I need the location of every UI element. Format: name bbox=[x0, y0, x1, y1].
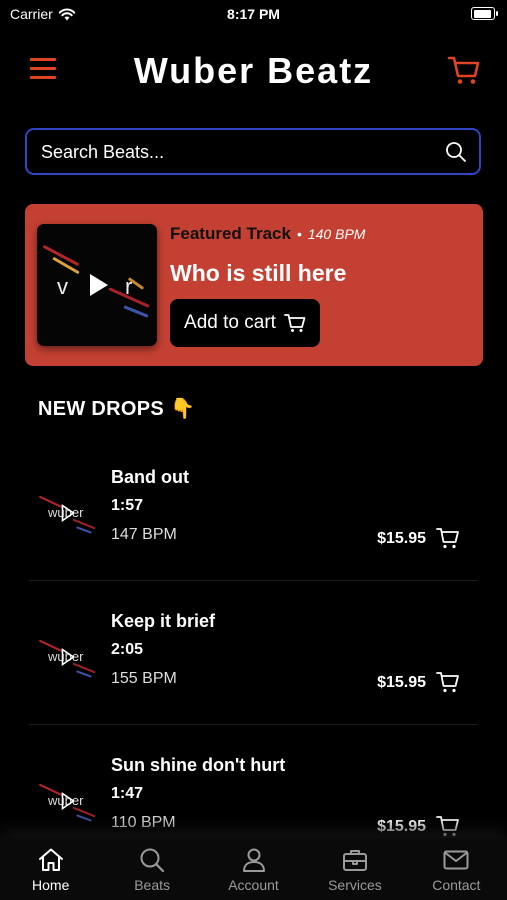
tab-beats[interactable]: Beats bbox=[101, 838, 202, 900]
art-letter: v bbox=[57, 274, 68, 299]
featured-track-card[interactable]: v r Featured Track • 140 BPM Who is stil… bbox=[25, 204, 483, 366]
art-letter: r bbox=[125, 274, 133, 299]
battery-icon bbox=[471, 7, 498, 20]
pointing-down-icon: 👇 bbox=[170, 398, 196, 420]
featured-meta: Featured Track • 140 BPM bbox=[170, 224, 365, 244]
track-list-item[interactable]: wuber Keep it brief 2:05 155 BPM $15.95 bbox=[28, 581, 478, 725]
bottom-tab-bar: Home Beats Account Services Contact bbox=[0, 838, 507, 900]
play-icon[interactable] bbox=[61, 504, 75, 522]
play-icon[interactable] bbox=[90, 274, 108, 296]
featured-artwork[interactable]: v r bbox=[37, 224, 157, 346]
mail-icon bbox=[443, 850, 469, 870]
track-thumbnail[interactable]: wuber bbox=[36, 633, 100, 683]
track-bpm: 110 BPM bbox=[111, 814, 176, 831]
add-to-cart-icon[interactable] bbox=[436, 526, 460, 550]
track-duration: 1:47 bbox=[111, 785, 144, 802]
briefcase-icon bbox=[342, 850, 367, 871]
tab-home[interactable]: Home bbox=[0, 838, 101, 900]
track-name: Band out bbox=[111, 467, 189, 487]
track-price: $15.95 bbox=[377, 674, 426, 691]
track-list-item[interactable]: wuber Band out 1:57 147 BPM $15.95 bbox=[28, 437, 478, 581]
search-icon bbox=[140, 848, 165, 873]
status-time: 8:17 PM bbox=[227, 6, 280, 22]
section-title-text: NEW DROPS bbox=[38, 398, 165, 420]
track-thumbnail[interactable]: wuber bbox=[36, 777, 100, 827]
add-to-cart-icon[interactable] bbox=[436, 670, 460, 694]
featured-track-title: Who is still here bbox=[170, 260, 347, 286]
cart-icon bbox=[284, 314, 306, 332]
search-input[interactable] bbox=[39, 130, 443, 175]
tab-label: Contact bbox=[432, 877, 481, 893]
user-icon bbox=[242, 848, 265, 872]
track-duration: 1:57 bbox=[111, 497, 144, 514]
tab-label: Beats bbox=[134, 877, 171, 893]
play-icon[interactable] bbox=[61, 792, 75, 810]
status-bar: Carrier 8:17 PM bbox=[0, 0, 507, 30]
tab-label: Services bbox=[328, 877, 382, 893]
track-price: $15.95 bbox=[377, 530, 426, 547]
tab-label: Home bbox=[32, 877, 70, 893]
app-header: Wuber Beatz bbox=[0, 48, 507, 94]
track-name: Keep it brief bbox=[111, 611, 216, 631]
track-price: $15.95 bbox=[377, 818, 426, 835]
tab-contact[interactable]: Contact bbox=[406, 838, 507, 900]
section-title: NEW DROPS 👇 bbox=[38, 396, 195, 421]
featured-bpm: 140 BPM bbox=[307, 226, 366, 242]
cart-icon[interactable] bbox=[447, 54, 481, 86]
track-thumbnail[interactable]: wuber bbox=[36, 489, 100, 539]
add-to-cart-button[interactable]: Add to cart bbox=[170, 299, 320, 347]
home-icon bbox=[38, 848, 63, 871]
add-to-cart-icon[interactable] bbox=[436, 814, 460, 838]
app-title: Wuber Beatz bbox=[133, 50, 374, 91]
search-bar bbox=[25, 128, 481, 175]
meta-separator: • bbox=[296, 226, 302, 242]
track-bpm: 147 BPM bbox=[111, 526, 177, 543]
featured-label: Featured Track bbox=[170, 224, 291, 243]
track-bpm: 155 BPM bbox=[111, 670, 177, 687]
tab-services[interactable]: Services bbox=[304, 838, 405, 900]
play-icon[interactable] bbox=[61, 648, 75, 666]
track-list: wuber Band out 1:57 147 BPM $15.95 wuber… bbox=[28, 437, 478, 868]
tab-account[interactable]: Account bbox=[203, 838, 304, 900]
track-name: Sun shine don't hurt bbox=[111, 755, 286, 775]
search-icon[interactable] bbox=[445, 141, 467, 163]
add-to-cart-label: Add to cart bbox=[184, 312, 276, 333]
track-duration: 2:05 bbox=[111, 641, 144, 658]
tab-label: Account bbox=[228, 877, 279, 893]
